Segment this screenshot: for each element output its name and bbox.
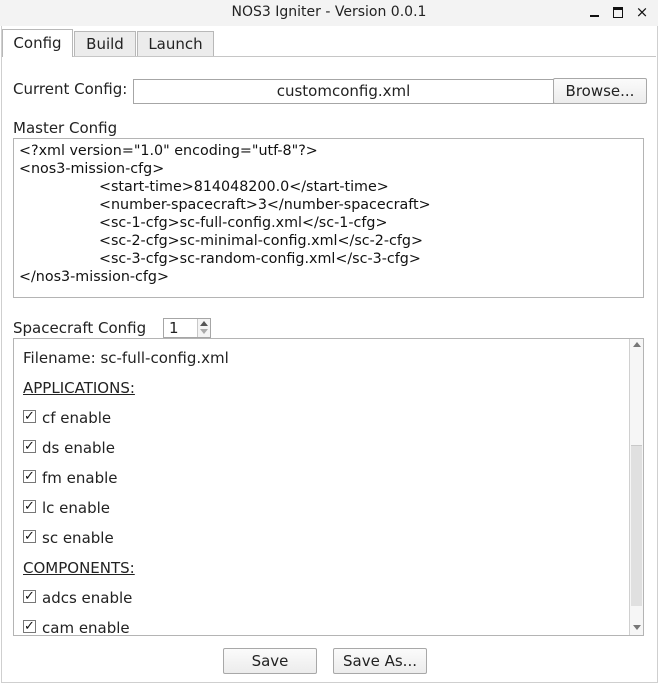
scroll-up-icon[interactable] <box>633 342 641 347</box>
checkbox-cf[interactable]: ✓ <box>23 410 36 423</box>
checkbox-label-ds: ds enable <box>42 439 115 457</box>
spinner-value: 1 <box>169 319 179 337</box>
checkbox-label-cam: cam enable <box>42 619 130 636</box>
current-config-value: customconfig.xml <box>276 82 411 100</box>
browse-button[interactable]: Browse... <box>553 78 647 104</box>
scrollbar-thumb[interactable] <box>631 445 642 606</box>
spinner-up-icon[interactable] <box>200 321 208 326</box>
checkbox-label-sc: sc enable <box>42 529 114 547</box>
checkbox-label-cf: cf enable <box>42 409 112 427</box>
xml-line: <nos3-mission-cfg> <box>19 161 165 177</box>
xml-line: <?xml version="1.0" encoding="utf-8"?> <box>19 143 318 159</box>
current-config-label: Current Config: <box>13 80 128 98</box>
spinner-down-icon[interactable] <box>200 329 208 334</box>
title-bar: NOS3 Igniter - Version 0.0.1 × <box>0 0 658 26</box>
current-config-field[interactable]: customconfig.xml <box>133 79 554 104</box>
tab-config[interactable]: Config <box>2 29 73 57</box>
tab-launch[interactable]: Launch <box>137 31 214 56</box>
xml-line: <number-spacecraft>3</number-spacecraft> <box>99 197 431 213</box>
checkbox-sc[interactable]: ✓ <box>23 530 36 543</box>
checkbox-label-fm: fm enable <box>42 469 118 487</box>
spacecraft-spinner[interactable]: 1 <box>163 318 211 338</box>
xml-line: <sc-2-cfg>sc-minimal-config.xml</sc-2-cf… <box>99 233 423 249</box>
xml-line: <start-time>814048200.0</start-time> <box>99 179 389 195</box>
save-button[interactable]: Save <box>223 648 317 674</box>
filename-text: Filename: sc-full-config.xml <box>23 349 229 367</box>
checkbox-adcs[interactable]: ✓ <box>23 590 36 603</box>
master-config-label: Master Config <box>13 119 118 137</box>
spacecraft-config-label: Spacecraft Config <box>13 319 147 337</box>
minimize-icon[interactable] <box>586 4 602 20</box>
master-config-textarea[interactable]: <?xml version="1.0" encoding="utf-8"?> <… <box>13 138 644 298</box>
applications-header: APPLICATIONS: <box>23 379 135 397</box>
tab-bar-divider <box>2 56 656 57</box>
window-title: NOS3 Igniter - Version 0.0.1 <box>231 4 427 20</box>
save-as-button[interactable]: Save As... <box>333 648 427 674</box>
checkbox-cam[interactable]: ✓ <box>23 620 36 633</box>
checkbox-label-lc: lc enable <box>42 499 111 517</box>
spinner-arrows[interactable] <box>197 319 210 337</box>
xml-line: <sc-1-cfg>sc-full-config.xml</sc-1-cfg> <box>99 215 388 231</box>
scroll-down-icon[interactable] <box>633 625 641 630</box>
spacecraft-config-panel[interactable]: Filename: sc-full-config.xml APPLICATION… <box>13 338 644 636</box>
xml-line: </nos3-mission-cfg> <box>19 269 169 285</box>
xml-line: <sc-3-cfg>sc-random-config.xml</sc-3-cfg… <box>99 251 421 267</box>
checkbox-lc[interactable]: ✓ <box>23 500 36 513</box>
components-header: COMPONENTS: <box>23 559 135 577</box>
checkbox-label-adcs: adcs enable <box>42 589 133 607</box>
checkbox-fm[interactable]: ✓ <box>23 470 36 483</box>
checkbox-ds[interactable]: ✓ <box>23 440 36 453</box>
vertical-scrollbar[interactable] <box>629 339 643 635</box>
maximize-icon[interactable] <box>610 4 626 20</box>
close-icon[interactable]: × <box>634 4 650 20</box>
tab-build[interactable]: Build <box>74 31 136 56</box>
